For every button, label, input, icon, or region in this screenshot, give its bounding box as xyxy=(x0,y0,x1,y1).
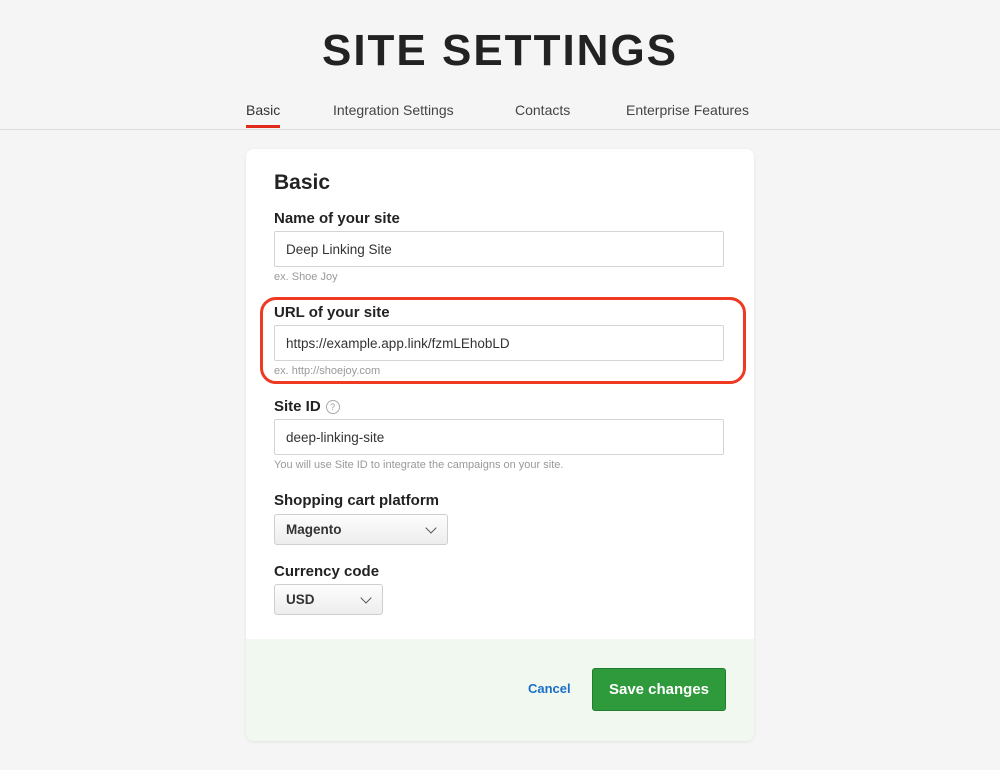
page-title: SITE SETTINGS xyxy=(321,26,679,75)
site-id-input[interactable] xyxy=(274,419,724,455)
site-url-hint: ex. http://shoejoy.com xyxy=(274,365,381,377)
section-title: Basic xyxy=(274,171,331,194)
site-id-label: Site ID xyxy=(274,398,321,415)
chevron-down-icon xyxy=(425,522,437,534)
cart-platform-value: Magento xyxy=(286,522,342,537)
help-icon[interactable]: ? xyxy=(325,400,340,414)
site-id-hint: You will use Site ID to integrate the ca… xyxy=(274,459,564,471)
cart-platform-select[interactable]: Magento xyxy=(274,514,448,545)
site-id-label-row: Site ID? xyxy=(274,398,340,415)
chevron-down-icon xyxy=(360,592,372,604)
site-url-label: URL of your site xyxy=(274,304,390,321)
cancel-button[interactable]: Cancel xyxy=(528,681,571,696)
tab-enterprise-features[interactable]: Enterprise Features xyxy=(626,100,749,128)
save-changes-button[interactable]: Save changes xyxy=(592,668,726,711)
tab-basic[interactable]: Basic xyxy=(246,100,281,128)
tab-integration-settings[interactable]: Integration Settings xyxy=(333,100,454,128)
tab-contacts[interactable]: Contacts xyxy=(515,100,570,128)
settings-tabs: Basic Integration Settings Contacts Ente… xyxy=(0,92,1000,130)
site-name-label: Name of your site xyxy=(274,210,400,227)
site-name-input[interactable] xyxy=(274,231,724,267)
cart-platform-label: Shopping cart platform xyxy=(274,492,439,509)
site-url-input[interactable] xyxy=(274,325,724,361)
currency-label: Currency code xyxy=(274,563,380,580)
form-footer: Cancel Save changes xyxy=(246,639,754,741)
site-name-hint: ex. Shoe Joy xyxy=(274,271,338,283)
currency-value: USD xyxy=(286,592,315,607)
settings-card: Basic Name of your site ex. Shoe Joy URL… xyxy=(246,149,754,741)
currency-select[interactable]: USD xyxy=(274,584,383,615)
